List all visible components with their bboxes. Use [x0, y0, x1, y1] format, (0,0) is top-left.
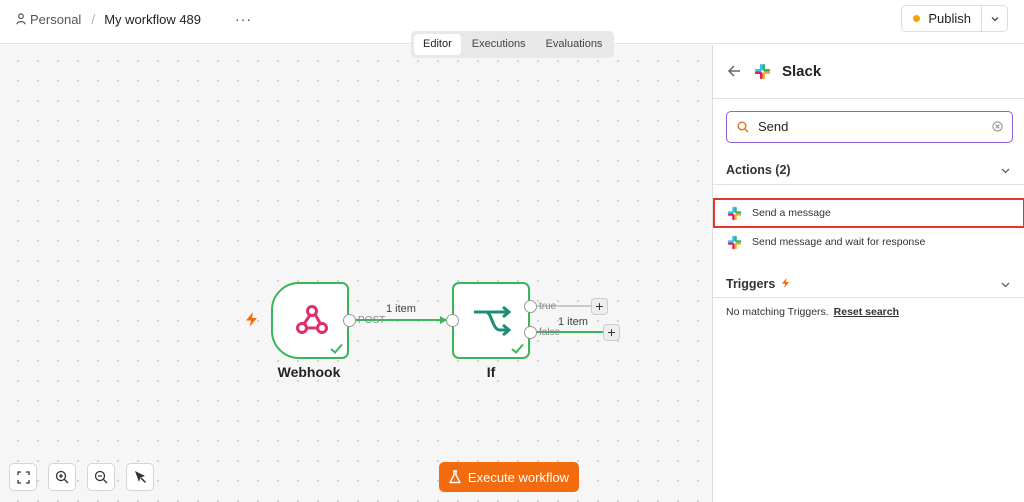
action-send-and-wait[interactable]: Send message and wait for response [713, 227, 1024, 257]
slack-logo-icon [727, 235, 742, 250]
slack-logo-icon [727, 206, 742, 221]
slack-logo-icon [754, 63, 771, 80]
true-branch-label: true [539, 301, 557, 312]
webhook-node[interactable] [271, 282, 349, 359]
if-input-handle[interactable] [446, 314, 459, 327]
actions-section-header[interactable]: Actions (2) [713, 155, 1024, 185]
if-node[interactable] [452, 282, 530, 359]
section-divider [713, 184, 1024, 185]
false-branch-item-count: 1 item [558, 316, 588, 328]
webhook-output-handle[interactable] [343, 314, 356, 327]
publish-label: Publish [928, 11, 971, 26]
view-tabs: Editor Executions Evaluations [411, 31, 615, 58]
no-triggers-text: No matching Triggers. [726, 306, 829, 318]
action-send-message[interactable]: Send a message [713, 198, 1024, 228]
zoom-in-button[interactable] [48, 463, 76, 491]
chevron-down-icon [1001, 282, 1010, 288]
false-branch-label: false [539, 327, 561, 338]
success-check-icon [511, 343, 524, 354]
connection-item-count: 1 item [386, 303, 416, 315]
tab-evaluations[interactable]: Evaluations [537, 34, 612, 55]
webhook-icon [296, 305, 328, 334]
trigger-bolt-icon [246, 312, 257, 327]
publish-button-group: Publish [901, 5, 1008, 32]
zoom-out-icon [94, 470, 108, 484]
tab-executions[interactable]: Executions [463, 34, 535, 55]
branch-icon [474, 305, 512, 337]
back-arrow-icon[interactable] [727, 64, 741, 78]
execute-workflow-label: Execute workflow [467, 469, 570, 485]
action-label: Send message and wait for response [752, 236, 926, 248]
if-true-output-handle[interactable] [524, 300, 537, 313]
triggers-section-header[interactable]: Triggers [713, 268, 1024, 298]
triggers-section-title: Triggers [726, 277, 790, 291]
tidy-up-button[interactable] [126, 463, 154, 491]
publish-button[interactable]: Publish [902, 6, 981, 31]
execute-workflow-button[interactable]: Execute workflow [439, 462, 579, 492]
actions-section-title: Actions (2) [726, 163, 791, 177]
clear-search-icon[interactable] [992, 121, 1003, 132]
chevron-down-icon [991, 16, 998, 21]
chevron-down-icon [1001, 168, 1010, 174]
node-creator-panel: Slack Send Actions (2) Send a message Se… [712, 45, 1024, 502]
fit-view-icon [16, 470, 30, 484]
no-triggers-message: No matching Triggers. Reset search [726, 306, 899, 318]
fit-view-button[interactable] [9, 463, 37, 491]
panel-header: Slack [713, 45, 1024, 99]
panel-title: Slack [782, 63, 822, 80]
trigger-bolt-icon [781, 278, 789, 288]
node-search-input[interactable]: Send [726, 111, 1013, 143]
zoom-out-button[interactable] [87, 463, 115, 491]
search-icon [737, 121, 749, 133]
webhook-output-label: POST [358, 315, 386, 326]
if-false-output-handle[interactable] [524, 326, 537, 339]
magic-wand-icon [135, 471, 147, 484]
add-node-false-button[interactable]: + [603, 324, 620, 341]
flask-icon [449, 470, 461, 484]
if-node-label: If [486, 364, 496, 380]
unpublished-status-dot [913, 15, 921, 22]
tab-editor[interactable]: Editor [414, 34, 461, 55]
search-input-value: Send [758, 119, 789, 134]
add-node-true-button[interactable]: + [591, 298, 608, 315]
section-divider [713, 297, 1024, 298]
webhook-node-label: Webhook [277, 364, 341, 380]
reset-search-link[interactable]: Reset search [834, 306, 899, 318]
success-check-icon [330, 343, 343, 354]
action-label: Send a message [752, 207, 831, 219]
triggers-title-text: Triggers [726, 277, 776, 291]
zoom-in-icon [55, 470, 69, 484]
connections-layer [355, 305, 603, 333]
publish-menu-button[interactable] [981, 6, 1007, 31]
